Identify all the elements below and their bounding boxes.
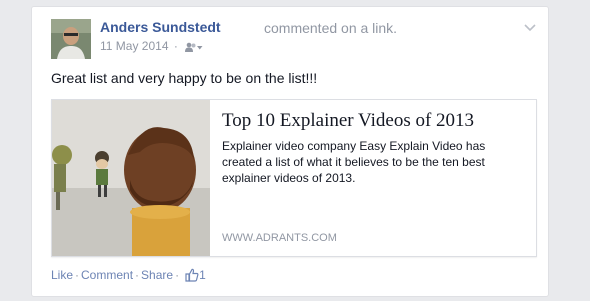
post-text: Great list and very happy to be on the l… bbox=[51, 70, 318, 86]
meta-separator: · bbox=[173, 39, 178, 53]
friends-icon[interactable] bbox=[185, 41, 203, 55]
post-meta: 11 May 2014 · bbox=[100, 39, 203, 55]
link-thumbnail-image[interactable] bbox=[52, 100, 210, 256]
link-source: WWW.ADRANTS.COM bbox=[222, 232, 337, 244]
post-date[interactable]: 11 May 2014 bbox=[100, 39, 169, 53]
link-preview[interactable]: Top 10 Explainer Videos of 2013 Explaine… bbox=[51, 99, 537, 257]
link-description: Explainer video company Easy Explain Vid… bbox=[222, 139, 486, 185]
post-action-text: commented on a link. bbox=[264, 20, 398, 36]
thumbs-up-icon[interactable] bbox=[185, 268, 199, 285]
post-actions: Like · Comment · Share · 1 bbox=[51, 268, 206, 285]
action-separator: · bbox=[175, 268, 180, 282]
action-separator: · bbox=[135, 268, 140, 282]
chevron-down-icon[interactable] bbox=[523, 20, 537, 32]
like-link[interactable]: Like bbox=[51, 268, 73, 282]
author-name-link[interactable]: Anders Sundstedt bbox=[100, 19, 221, 35]
link-title[interactable]: Top 10 Explainer Videos of 2013 bbox=[222, 110, 474, 132]
comment-link[interactable]: Comment bbox=[81, 268, 133, 282]
avatar[interactable] bbox=[51, 19, 91, 59]
post-card: Anders Sundstedt commented on a link. 11… bbox=[31, 6, 549, 297]
share-link[interactable]: Share bbox=[141, 268, 173, 282]
action-separator: · bbox=[75, 268, 80, 282]
like-count[interactable]: 1 bbox=[199, 268, 206, 282]
